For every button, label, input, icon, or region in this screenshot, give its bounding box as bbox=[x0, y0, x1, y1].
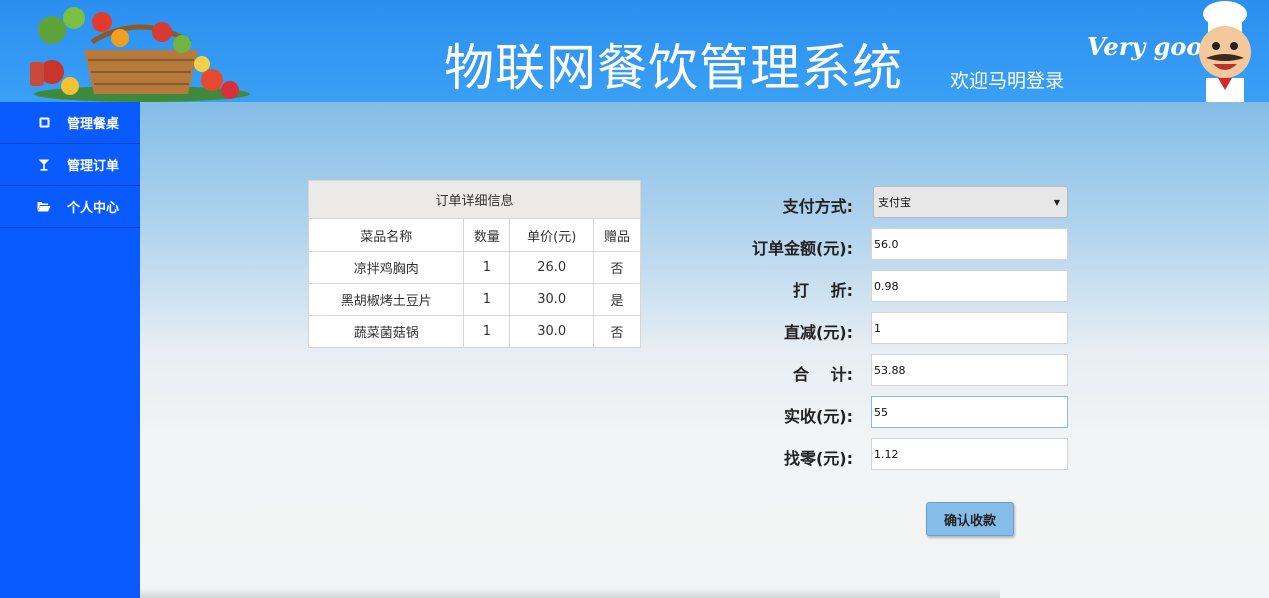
payment-method-value: 支付宝 bbox=[878, 196, 911, 209]
table-row: 黑胡椒烤土豆片 1 30.0 是 bbox=[307, 283, 641, 316]
table-caption: 订单详细信息 bbox=[308, 180, 641, 219]
column-header: 单价(元) bbox=[509, 218, 595, 252]
order-amount-label: 订单金额(元): bbox=[751, 239, 853, 258]
direct-reduction-label: 直减(元): bbox=[783, 323, 853, 342]
unit-price-cell: 30.0 bbox=[509, 315, 595, 348]
total-label: 合 计: bbox=[793, 365, 853, 384]
folder-open-icon bbox=[37, 200, 51, 214]
sidebar-item-manage-orders[interactable]: 管理订单 bbox=[0, 144, 140, 186]
dropdown-arrow-icon: ▼ bbox=[1053, 198, 1060, 207]
bottom-shadow bbox=[140, 588, 1000, 598]
amount-received-field[interactable]: 55 bbox=[871, 396, 1068, 428]
quantity-cell: 1 bbox=[463, 251, 511, 284]
app-header: 物联网餐饮管理系统 欢迎马明登录 Very good bbox=[0, 0, 1269, 102]
sidebar-item-label: 个人中心 bbox=[67, 201, 120, 216]
vegetable-basket-logo bbox=[30, 7, 250, 102]
confirm-payment-button[interactable]: 确认收款 bbox=[926, 502, 1014, 536]
table-header-row: 菜品名称 数量 单价(元) 赠品 bbox=[307, 218, 641, 252]
payment-method-label: 支付方式: bbox=[782, 197, 853, 216]
table-row: 蔬菜菌菇锅 1 30.0 否 bbox=[307, 315, 641, 348]
dish-name-cell: 蔬菜菌菇锅 bbox=[307, 315, 465, 348]
app-title: 物联网餐饮管理系统 bbox=[444, 39, 903, 97]
sidebar-item-manage-tables[interactable]: 管理餐桌 bbox=[0, 102, 140, 144]
gift-cell: 否 bbox=[593, 315, 641, 348]
table-icon bbox=[37, 116, 51, 130]
direct-reduction-field[interactable]: 1 bbox=[871, 312, 1068, 344]
quantity-cell: 1 bbox=[463, 283, 511, 316]
discount-label: 打 折: bbox=[793, 281, 853, 300]
sidebar-item-label: 管理订单 bbox=[67, 159, 120, 174]
payment-method-select[interactable]: 支付宝 ▼ bbox=[873, 186, 1068, 218]
cocktail-glass-icon bbox=[37, 158, 51, 172]
dish-name-cell: 凉拌鸡胸肉 bbox=[307, 251, 465, 284]
total-field[interactable]: 53.88 bbox=[871, 354, 1068, 386]
column-header: 赠品 bbox=[593, 218, 641, 252]
dish-name-cell: 黑胡椒烤土豆片 bbox=[307, 283, 465, 316]
sidebar: 管理餐桌 管理订单 个人中心 bbox=[0, 102, 140, 598]
unit-price-cell: 26.0 bbox=[509, 251, 595, 284]
column-header: 数量 bbox=[463, 218, 511, 252]
welcome-text: 欢迎马明登录 bbox=[950, 70, 1065, 92]
unit-price-cell: 30.0 bbox=[509, 283, 595, 316]
sidebar-item-personal-center[interactable]: 个人中心 bbox=[0, 186, 140, 228]
gift-cell: 是 bbox=[593, 283, 641, 316]
gift-cell: 否 bbox=[593, 251, 641, 284]
main-content bbox=[140, 102, 1269, 598]
order-amount-field[interactable]: 56.0 bbox=[871, 228, 1068, 260]
chef-mascot-icon bbox=[1199, 1, 1251, 102]
discount-field[interactable]: 0.98 bbox=[871, 270, 1068, 302]
order-detail-table: 订单详细信息 菜品名称 数量 单价(元) 赠品 凉拌鸡胸肉 1 26.0 否 黑… bbox=[307, 180, 641, 348]
column-header: 菜品名称 bbox=[307, 218, 465, 252]
amount-received-label: 实收(元): bbox=[783, 407, 853, 426]
sidebar-item-label: 管理餐桌 bbox=[67, 117, 120, 132]
change-label: 找零(元): bbox=[783, 449, 853, 468]
table-row: 凉拌鸡胸肉 1 26.0 否 bbox=[307, 251, 641, 284]
quantity-cell: 1 bbox=[463, 315, 511, 348]
change-field[interactable]: 1.12 bbox=[871, 438, 1068, 470]
